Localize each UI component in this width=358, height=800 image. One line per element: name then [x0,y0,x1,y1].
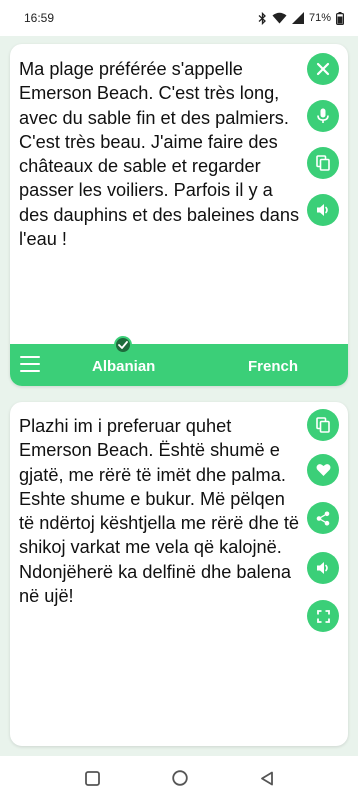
clear-button[interactable] [307,53,339,85]
share-icon [316,511,330,526]
bluetooth-icon [258,11,267,25]
source-text[interactable]: Ma plage préférée s'appelle Emerson Beac… [19,57,303,251]
translation-card: Plazhi im i preferuar quhet Emerson Beac… [10,402,348,746]
speaker-icon [316,203,331,217]
heart-icon [316,463,331,477]
favorite-button[interactable] [307,454,339,486]
recents-icon[interactable] [84,770,100,786]
menu-icon[interactable] [20,356,40,374]
status-icons: 71% [258,11,344,25]
speak-source-button[interactable] [307,194,339,226]
copy-icon [316,417,330,433]
signal-icon [291,12,304,24]
target-language-selector[interactable]: French [248,358,298,375]
home-icon[interactable] [171,770,188,786]
close-icon [316,62,330,76]
voice-input-button[interactable] [307,100,339,132]
check-icon [114,336,132,354]
source-card: Ma plage préférée s'appelle Emerson Beac… [10,44,348,386]
battery-percent: 71% [308,12,331,24]
microphone-icon [317,108,329,124]
wifi-icon [272,12,287,24]
copy-icon [316,155,330,171]
battery-icon [336,11,344,25]
translation-text: Plazhi im i preferuar quhet Emerson Beac… [19,416,300,607]
system-nav-bar [0,756,358,800]
copy-translation-button[interactable] [307,409,339,441]
share-button[interactable] [307,502,339,534]
language-bar: Albanian French [10,336,348,386]
speak-translation-button[interactable] [307,552,339,584]
status-bar: 16:59 71% [0,0,358,36]
source-language-selector[interactable]: Albanian [92,358,155,375]
copy-source-button[interactable] [307,147,339,179]
back-icon[interactable] [260,771,274,786]
status-time: 16:59 [24,11,55,25]
fullscreen-button[interactable] [307,600,339,632]
speaker-icon [316,561,331,575]
fullscreen-icon [316,609,330,623]
